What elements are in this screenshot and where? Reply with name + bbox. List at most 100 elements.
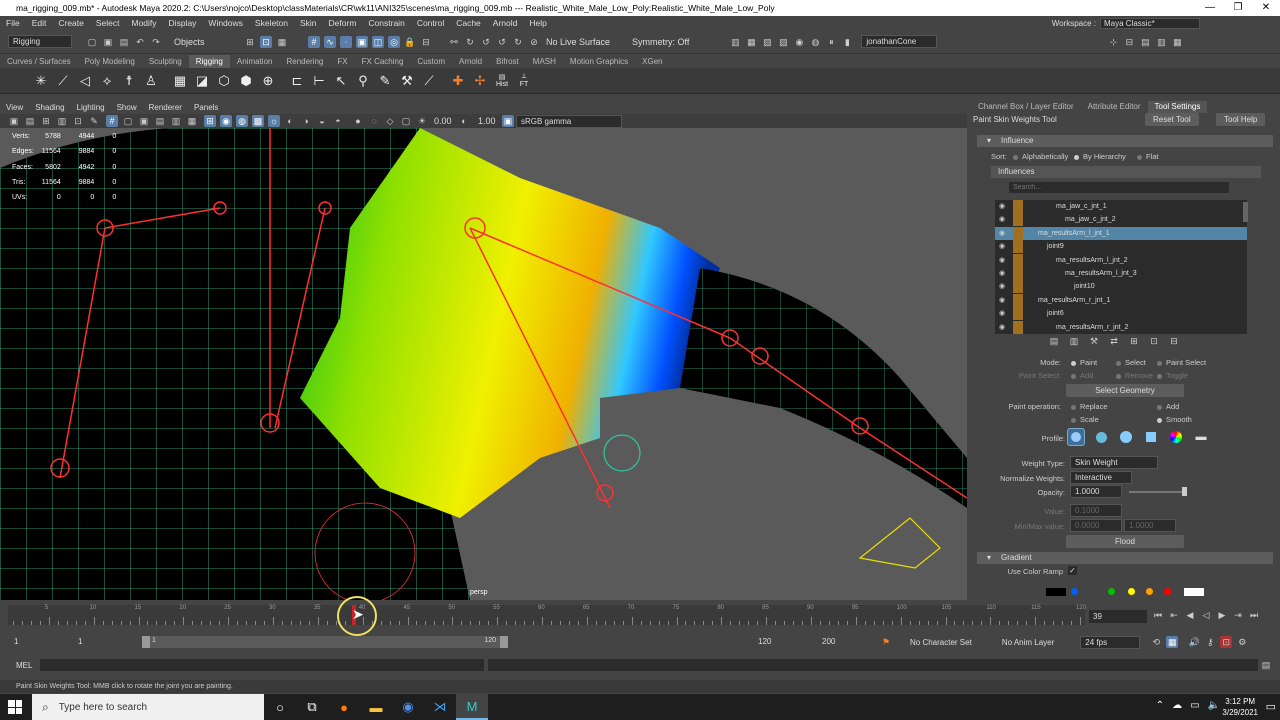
influence-row[interactable]: ◉ ma_resultsArm_r_jnt_1 — [995, 293, 1247, 307]
opacity-field[interactable]: 1.0000 — [1070, 485, 1122, 498]
sort-flat[interactable]: Flat — [1137, 152, 1159, 161]
unlock-weights-icon[interactable]: ⊟ — [1168, 335, 1180, 347]
nonlinear-icon[interactable]: ⟋ — [419, 71, 439, 91]
influence-row[interactable]: ◉ ma_resultsArm_l_jnt_1 — [995, 226, 1247, 241]
influence-row[interactable]: ◉ ma_resultsArm_r_jnt_2 — [995, 320, 1247, 334]
shelf-tab-motion-graphics[interactable]: Motion Graphics — [563, 55, 635, 68]
value-field[interactable]: 0.1000 — [1070, 504, 1122, 517]
textured-icon[interactable]: ▩ — [252, 115, 264, 127]
arnold-render-icon[interactable]: ◍ — [809, 36, 821, 48]
2d-pan-icon[interactable]: ⊡ — [72, 115, 84, 127]
go-to-end-icon[interactable]: ⏭ — [1248, 609, 1260, 621]
auto-keyframe-icon[interactable]: ⊡ — [1220, 636, 1233, 648]
snap-surface-icon[interactable]: ◫ — [372, 35, 384, 48]
shelf-tab-animation[interactable]: Animation — [230, 55, 280, 68]
visibility-eye-icon[interactable]: ◉ — [999, 267, 1005, 280]
viewport-menu-shading[interactable]: Shading — [29, 103, 70, 112]
tool-help-button[interactable]: Tool Help — [1216, 113, 1266, 126]
influence-section-header[interactable]: Influence — [977, 135, 1273, 147]
auto-key-icon[interactable]: ⚑ — [880, 636, 892, 648]
output-ops-icon[interactable]: ↻ — [464, 36, 476, 48]
viewport-menu-show[interactable]: Show — [111, 103, 143, 112]
influence-row[interactable]: ◉ ma_jaw_c_jnt_1 — [995, 200, 1247, 213]
ramp-color-stop[interactable] — [1071, 588, 1078, 595]
menu-deform[interactable]: Deform — [323, 18, 363, 28]
tool-settings-icon[interactable]: ▥ — [1155, 36, 1167, 48]
network-icon[interactable]: ▭ — [1190, 700, 1199, 711]
blend-shape-icon[interactable]: ⚲ — [353, 71, 373, 91]
select-hierarchy-icon[interactable]: ⊞ — [244, 36, 256, 48]
orient-joint-icon[interactable]: ⟡ — [97, 71, 117, 91]
sound-icon[interactable]: 🔊 — [1188, 636, 1200, 648]
smooth-shade-icon[interactable]: ◉ — [220, 115, 232, 127]
anim-start-field[interactable]: 1 — [10, 635, 66, 649]
influence-row[interactable]: ◉ ma_resultsArm_l_jnt_3 — [995, 266, 1247, 280]
menuset-dropdown[interactable]: Rigging — [8, 35, 72, 48]
maximize-button[interactable]: ❐ — [1224, 0, 1252, 16]
selection-mode-objects[interactable]: Objects — [174, 37, 234, 47]
preferences-icon[interactable]: ⚙ — [1236, 636, 1248, 648]
range-handle-left[interactable] — [142, 636, 150, 648]
undo-icon[interactable]: ↶ — [134, 36, 146, 48]
select-camera-icon[interactable]: ▣ — [8, 115, 20, 127]
wireframe-icon[interactable]: ⊞ — [204, 115, 216, 127]
lock-weights-icon[interactable]: ⊡ — [1148, 335, 1160, 347]
reset-tool-button[interactable]: Reset Tool — [1145, 113, 1199, 126]
ramp-color-stop[interactable] — [1146, 588, 1153, 595]
field-chart-icon[interactable]: ▥ — [170, 115, 182, 127]
shadows-icon[interactable]: ◐ — [284, 115, 296, 127]
menu-constrain[interactable]: Constrain — [362, 18, 410, 28]
delete-history-icon[interactable]: ▤ Hist — [492, 71, 512, 91]
wireframe-on-shaded-icon[interactable]: ◍ — [236, 115, 248, 127]
3d-viewport[interactable]: persp — [0, 128, 967, 600]
redo-icon[interactable]: ↷ — [150, 36, 162, 48]
mel-input[interactable] — [40, 659, 484, 671]
mirror-joint-icon[interactable]: ◁ — [75, 71, 95, 91]
human-ik-icon[interactable]: ♙ — [141, 71, 161, 91]
ramp-color-stop[interactable] — [1184, 588, 1204, 596]
render-globals-icon[interactable]: ▨ — [777, 36, 789, 48]
image-plane-icon[interactable]: ▥ — [56, 115, 68, 127]
panel-tab-channel-box-layer-editor[interactable]: Channel Box / Layer Editor — [971, 101, 1081, 113]
sort-by-hierarchy[interactable]: By Hierarchy — [1074, 152, 1126, 161]
weight-type-dropdown[interactable]: Skin Weight — [1070, 456, 1158, 469]
ramp-color-stop[interactable] — [1046, 588, 1066, 596]
influence-row[interactable]: ◉ joint10 — [995, 280, 1247, 294]
close-button[interactable]: ✕ — [1252, 0, 1280, 16]
shelf-tab-xgen[interactable]: XGen — [635, 55, 669, 68]
ambient-occlusion-icon[interactable]: ◑ — [300, 115, 312, 127]
visibility-eye-icon[interactable]: ◉ — [999, 240, 1005, 253]
menu-file[interactable]: File — [0, 18, 26, 28]
viewport-menu-panels[interactable]: Panels — [188, 103, 224, 112]
xray-icon[interactable]: ◌ — [368, 115, 380, 127]
sculpt-deformer-icon[interactable]: ✎ — [375, 71, 395, 91]
gamma-value[interactable]: 1.00 — [478, 116, 500, 126]
menu-control[interactable]: Control — [411, 18, 450, 28]
firefox-icon[interactable]: ● — [328, 694, 360, 720]
render-current-icon[interactable]: ↺ — [496, 36, 508, 48]
ipr-render-icon[interactable]: ▧ — [761, 36, 773, 48]
anti-alias-icon[interactable]: ◓ — [332, 115, 344, 127]
step-back-key-icon[interactable]: ⇤ — [1168, 609, 1180, 621]
film-gate-icon[interactable]: ▢ — [122, 115, 134, 127]
smooth-bind-icon[interactable]: ⬡ — [214, 71, 234, 91]
weight-hammer-icon[interactable]: ⚒ — [1088, 335, 1100, 347]
cache-playback-icon[interactable]: ▦ — [1166, 636, 1179, 648]
input-ops-icon[interactable]: ⚯ — [448, 36, 460, 48]
workspace-dropdown[interactable]: Maya Classic* — [1100, 17, 1200, 29]
shelf-tab-fx-caching[interactable]: FX Caching — [355, 55, 411, 68]
flood-button[interactable]: Flood — [1066, 535, 1184, 548]
shelf-tab-poly-modeling[interactable]: Poly Modeling — [78, 55, 142, 68]
render-frame-icon[interactable]: ▦ — [745, 36, 757, 48]
visibility-eye-icon[interactable]: ◉ — [999, 307, 1005, 320]
motion-blur-icon[interactable]: ◒ — [316, 115, 328, 127]
paint-weights-icon[interactable]: ◪ — [192, 71, 212, 91]
solid-brush-icon[interactable] — [1117, 428, 1135, 446]
lights-icon[interactable]: ☼ — [268, 115, 280, 127]
lock-influence-icon[interactable] — [1013, 280, 1023, 294]
sort-alphabetically[interactable]: Alphabetically — [1013, 152, 1068, 161]
pause-icon[interactable]: ⏸ — [825, 36, 837, 48]
select-geometry-button[interactable]: Select Geometry — [1066, 384, 1184, 397]
mel-label[interactable]: MEL — [16, 661, 36, 670]
influence-row[interactable]: ◉ ma_jaw_c_jnt_2 — [995, 213, 1247, 227]
